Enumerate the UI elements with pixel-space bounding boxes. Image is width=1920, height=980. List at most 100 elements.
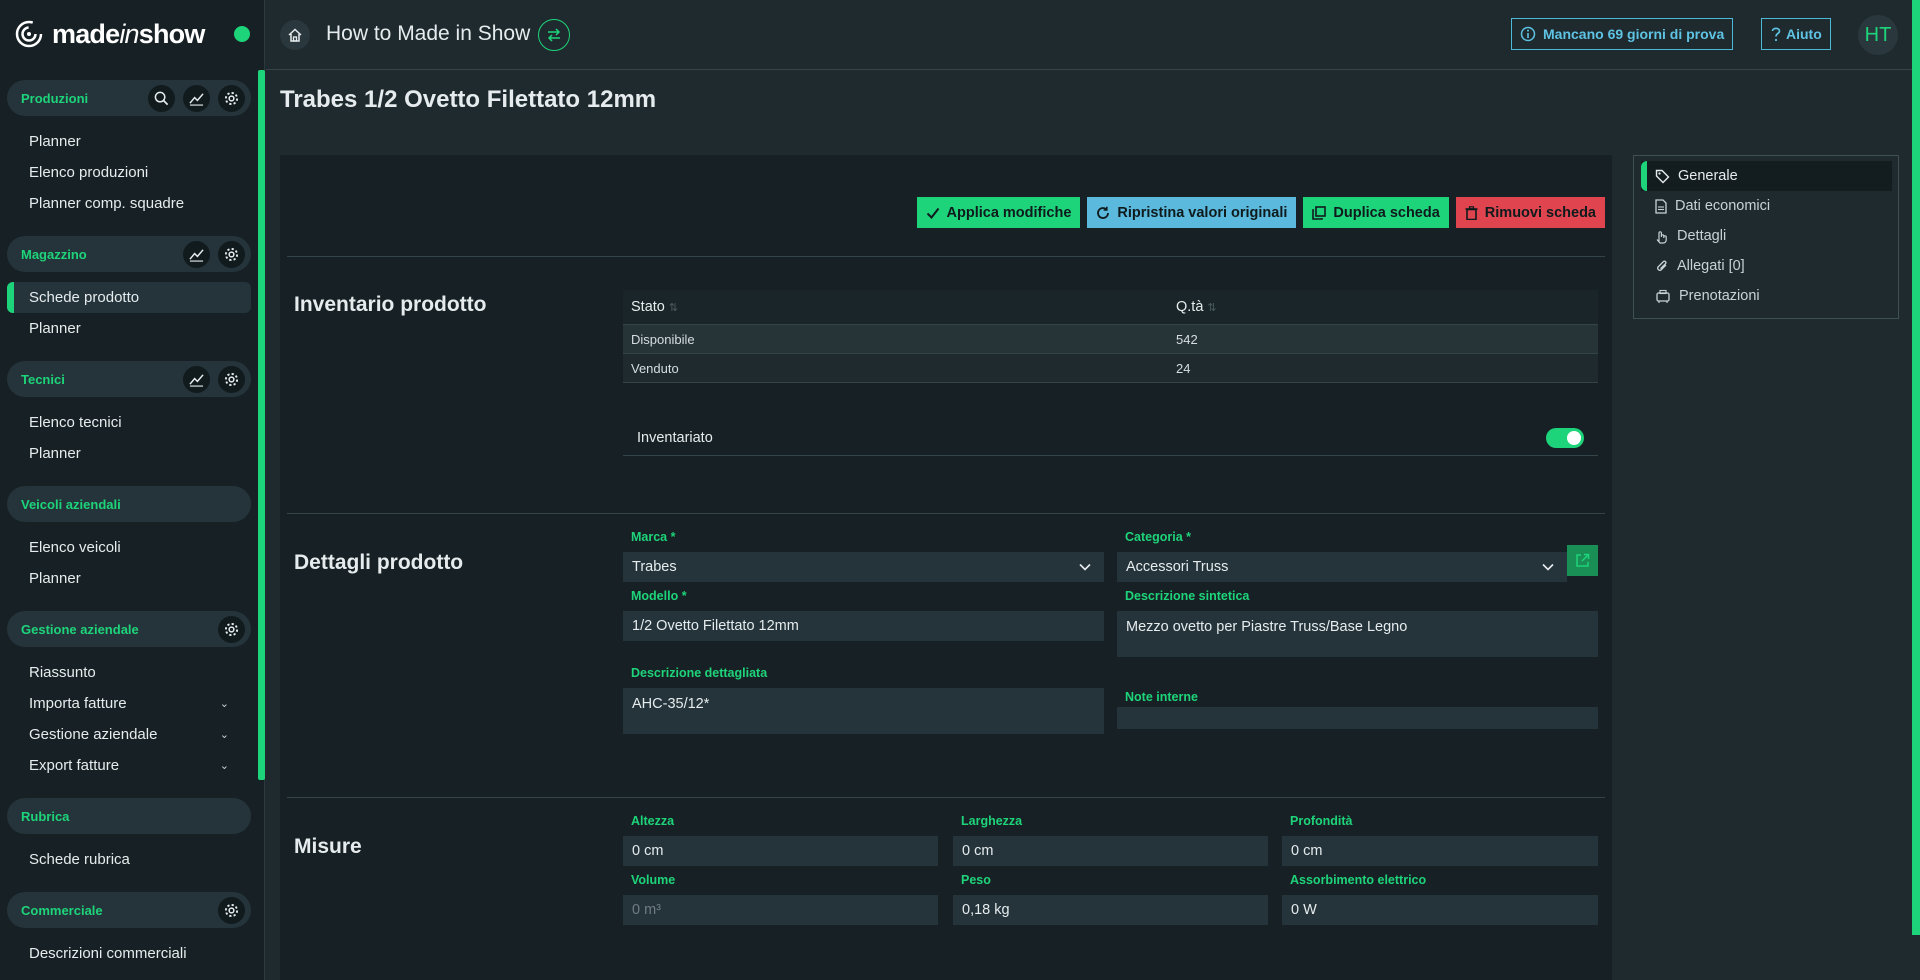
descrizione-sintetica-field: Descrizione sintetica Mezzo ovetto per P… — [1117, 589, 1598, 657]
nav-header-label: Tecnici — [21, 371, 65, 387]
gear-icon[interactable] — [218, 615, 245, 643]
sidebar-item-descrizioni-commerciali[interactable]: Descrizioni commerciali — [7, 938, 251, 969]
hand-icon — [1655, 229, 1669, 244]
section-nav-allegati[interactable]: Allegati [0] — [1641, 251, 1892, 281]
marca-field: Marca * Trabes — [623, 530, 1104, 582]
apply-changes-button[interactable]: Applica modifiche — [916, 197, 1081, 228]
sidebar-item-importa-fatture[interactable]: Importa fatture ⌄ — [7, 688, 251, 719]
gear-icon[interactable] — [218, 240, 245, 268]
logo-text: madeinshow — [52, 18, 205, 49]
sidebar-item-planner[interactable]: Planner — [7, 126, 251, 157]
divider — [287, 797, 1605, 798]
table-row[interactable]: Disponibile 542 — [623, 325, 1598, 354]
remove-sheet-button[interactable]: Rimuovi scheda — [1455, 197, 1605, 228]
measures-section-title: Misure — [294, 835, 362, 858]
nav-header-commerciale[interactable]: Commerciale — [7, 892, 251, 928]
larghezza-input[interactable]: 0 cm — [953, 836, 1268, 866]
section-nav-prenotazioni[interactable]: Prenotazioni — [1641, 281, 1892, 311]
chart-icon[interactable] — [183, 240, 210, 268]
sidebar-item-export-fatture[interactable]: Export fatture ⌄ — [7, 750, 251, 781]
section-nav: Generale Dati economici Dettagli Allegat… — [1633, 155, 1899, 319]
sidebar-item-planner-comp-squadre[interactable]: Planner comp. squadre — [7, 188, 251, 219]
inventariato-row: Inventariato — [623, 420, 1598, 456]
descrizione-dettagliata-input[interactable]: AHC-35/12* — [623, 688, 1104, 734]
details-section-title: Dettagli prodotto — [294, 551, 464, 574]
nav-header-label: Commerciale — [21, 902, 103, 918]
chevron-down-icon[interactable]: ⌄ — [220, 728, 229, 741]
sidebar-item-schede-rubrica[interactable]: Schede rubrica — [7, 844, 251, 875]
section-nav-generale[interactable]: Generale — [1641, 161, 1892, 191]
nav-header-label: Veicoli aziendali — [21, 496, 121, 512]
duplicate-sheet-label: Duplica scheda — [1333, 204, 1440, 221]
assorbimento-elettrico-field: Assorbimento elettrico 0 W — [1282, 873, 1598, 925]
sidebar-item-riassunto[interactable]: Riassunto — [7, 657, 251, 688]
product-form-card: Applica modifiche Ripristina valori orig… — [280, 155, 1612, 980]
user-avatar[interactable]: HT — [1858, 15, 1898, 55]
sidebar-item-label: Gestione aziendale — [29, 726, 158, 743]
table-row[interactable]: Venduto 24 — [623, 354, 1598, 383]
gear-icon[interactable] — [218, 84, 245, 112]
modello-input[interactable]: 1/2 Ovetto Filettato 12mm — [623, 611, 1104, 641]
reset-values-button[interactable]: Ripristina valori originali — [1087, 197, 1297, 228]
categoria-label: Categoria * — [1125, 530, 1191, 544]
inventariato-label: Inventariato — [637, 429, 713, 446]
app-logo[interactable]: madeinshow — [14, 16, 205, 52]
profondita-input[interactable]: 0 cm — [1282, 836, 1598, 866]
divider — [287, 513, 1605, 514]
sidebar-item-elenco-tecnici[interactable]: Elenco tecnici — [7, 407, 251, 438]
chevron-down-icon[interactable]: ⌄ — [220, 759, 229, 772]
sidebar-scrollbar[interactable] — [258, 70, 265, 780]
sidebar-item-planner[interactable]: Planner — [7, 438, 251, 469]
trial-days-badge[interactable]: Mancano 69 giorni di prova — [1511, 18, 1734, 50]
sidebar-item-elenco-produzioni[interactable]: Elenco produzioni — [7, 157, 251, 188]
volume-label: Volume — [631, 873, 676, 887]
marca-select[interactable]: Trabes — [623, 552, 1104, 582]
paperclip-icon — [1655, 259, 1669, 274]
sidebar-item-schede-prodotto[interactable]: Schede prodotto — [7, 282, 251, 313]
sidebar-item-planner[interactable]: Planner — [7, 313, 251, 344]
chevron-down-icon[interactable]: ⌄ — [220, 697, 229, 710]
altezza-input[interactable]: 0 cm — [623, 836, 938, 866]
descrizione-sintetica-label: Descrizione sintetica — [1125, 589, 1250, 603]
gear-icon[interactable] — [218, 365, 245, 393]
trash-icon — [1465, 205, 1478, 220]
swap-icon — [546, 27, 562, 43]
nav-header-tecnici[interactable]: Tecnici — [7, 361, 251, 397]
nav-header-produzioni[interactable]: Produzioni — [7, 80, 251, 116]
assorbimento-elettrico-input[interactable]: 0 W — [1282, 895, 1598, 925]
descrizione-sintetica-input[interactable]: Mezzo ovetto per Piastre Truss/Base Legn… — [1117, 611, 1598, 657]
sidebar-item-planner[interactable]: Planner — [7, 563, 251, 594]
peso-input[interactable]: 0,18 kg — [953, 895, 1268, 925]
sidebar-item-label: Importa fatture — [29, 695, 127, 712]
gear-icon[interactable] — [218, 896, 245, 924]
page-scrollbar[interactable] — [1912, 0, 1920, 935]
section-nav-dettagli[interactable]: Dettagli — [1641, 221, 1892, 251]
chart-icon[interactable] — [183, 365, 210, 393]
column-header-qta[interactable]: Q.tà ⇅ — [1168, 299, 1598, 315]
home-button[interactable] — [280, 20, 310, 50]
question-icon — [1770, 26, 1782, 42]
nav-header-magazzino[interactable]: Magazzino — [7, 236, 251, 272]
sidebar-item-gestione-aziendale[interactable]: Gestione aziendale ⌄ — [7, 719, 251, 750]
chart-icon[interactable] — [183, 84, 210, 112]
sidebar-item-elenco-veicoli[interactable]: Elenco veicoli — [7, 532, 251, 563]
nav-header-veicoli[interactable]: Veicoli aziendali — [7, 486, 251, 522]
sort-icon[interactable]: ⇅ — [1207, 302, 1216, 314]
peso-field: Peso 0,18 kg — [953, 873, 1268, 925]
online-status-dot — [234, 26, 250, 42]
inventariato-toggle[interactable] — [1546, 427, 1584, 448]
help-button[interactable]: Aiuto — [1761, 18, 1831, 50]
table-cell-qta: 24 — [1176, 360, 1191, 376]
nav-header-rubrica[interactable]: Rubrica — [7, 798, 251, 834]
nav-header-gestione-aziendale[interactable]: Gestione aziendale — [7, 611, 251, 647]
section-nav-dati-economici[interactable]: Dati economici — [1641, 191, 1892, 221]
sort-icon[interactable]: ⇅ — [669, 302, 678, 314]
duplicate-sheet-button[interactable]: Duplica scheda — [1303, 197, 1449, 228]
categoria-select[interactable]: Accessori Truss — [1117, 552, 1567, 582]
open-category-button[interactable] — [1567, 545, 1598, 576]
column-header-stato[interactable]: Stato ⇅ — [623, 299, 1168, 315]
check-icon — [926, 206, 940, 220]
search-icon[interactable] — [148, 84, 175, 112]
note-interne-input[interactable] — [1117, 707, 1598, 729]
switch-workspace-button[interactable] — [538, 19, 570, 51]
